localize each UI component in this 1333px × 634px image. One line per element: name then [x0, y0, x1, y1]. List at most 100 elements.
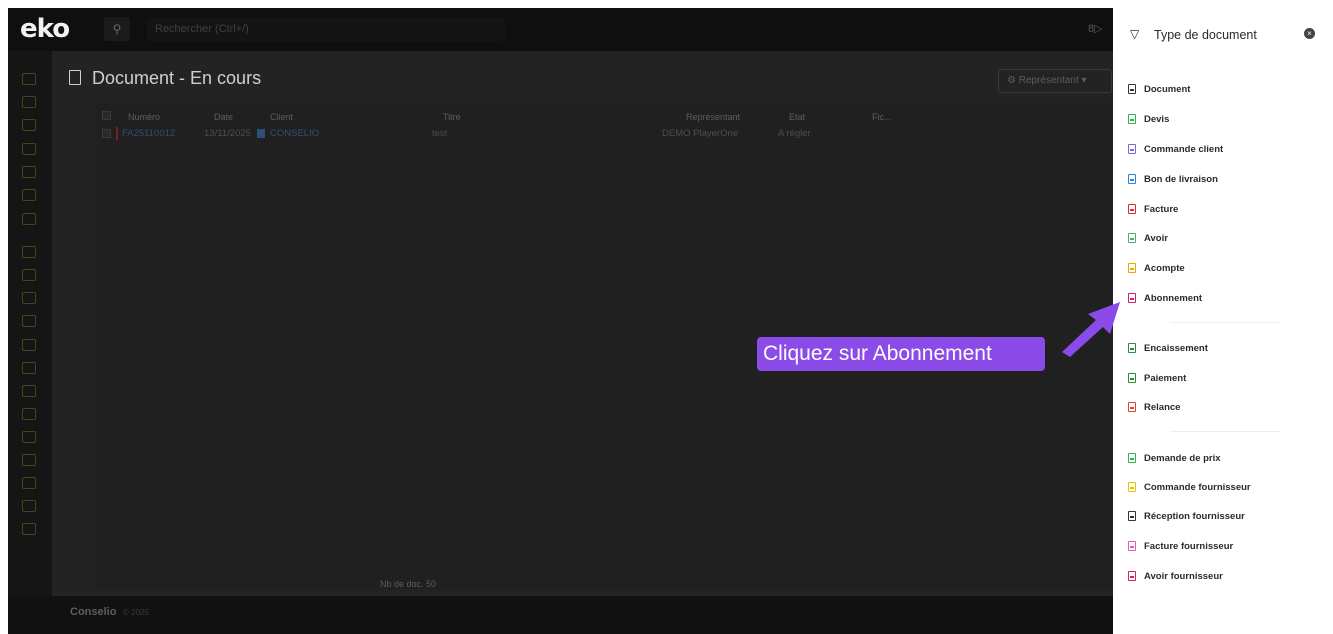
document-type-icon: [1128, 402, 1136, 412]
row-client[interactable]: CONSELIO: [270, 128, 319, 139]
document-type-icon: [1128, 174, 1136, 184]
doc-type-avoir-fournisseur[interactable]: Avoir fournisseur: [1128, 568, 1223, 584]
footer-bar: [8, 596, 1113, 634]
network-icon[interactable]: [22, 408, 36, 420]
col-client[interactable]: Client: [270, 112, 293, 122]
doc-type-label: Paiement: [1144, 372, 1187, 384]
doc-type-label: Bon de livraison: [1144, 173, 1218, 185]
doc-type-bon-de-livraison[interactable]: Bon de livraison: [1128, 171, 1218, 187]
doc-type-commande-fournisseur[interactable]: Commande fournisseur: [1128, 479, 1251, 495]
document-type-icon: [1128, 343, 1136, 353]
doc-type-paiement[interactable]: Paiement: [1128, 370, 1186, 386]
document-count: Nb de doc. 50: [380, 579, 437, 589]
row-titre: test: [432, 128, 448, 139]
doc-type-label: Document: [1144, 83, 1191, 95]
report-icon[interactable]: [22, 385, 36, 397]
doc-type-facture-fournisseur[interactable]: Facture fournisseur: [1128, 538, 1233, 554]
document-type-icon: [1128, 263, 1136, 273]
settings-icon[interactable]: [22, 477, 36, 489]
doc-type-devis[interactable]: Devis: [1128, 111, 1169, 127]
doc-type-label: Abonnement: [1144, 292, 1203, 304]
doc-type-demande-de-prix[interactable]: Demande de prix: [1128, 450, 1221, 466]
search-input[interactable]: Rechercher (Ctrl+/): [147, 17, 505, 41]
doc-type-avoir[interactable]: Avoir: [1128, 230, 1168, 246]
document-type-icon: [1128, 541, 1136, 551]
search-icon[interactable]: ⚲: [104, 17, 130, 41]
doc-type-abonnement[interactable]: Abonnement: [1128, 290, 1202, 306]
document-type-icon: [1128, 453, 1136, 463]
doc-type-label: Commande fournisseur: [1144, 481, 1251, 493]
sidebar: [8, 51, 52, 596]
document-icon[interactable]: [22, 143, 36, 155]
calendar-check-icon[interactable]: [22, 213, 36, 225]
org-icon[interactable]: [22, 315, 36, 327]
doc-type-document[interactable]: Document: [1128, 81, 1190, 97]
users-icon[interactable]: [22, 292, 36, 304]
document-type-icon: [1128, 373, 1136, 383]
box-icon[interactable]: [22, 339, 36, 351]
doc-type-label: Demande de prix: [1144, 452, 1221, 464]
doc-type-label: Commande client: [1144, 143, 1224, 155]
tutorial-arrow-icon: [1062, 302, 1120, 357]
add-icon[interactable]: [22, 96, 36, 108]
col-date[interactable]: Date: [214, 112, 233, 122]
select-all-checkbox[interactable]: [102, 111, 111, 120]
document-type-icon: [1128, 571, 1136, 581]
search-advanced-icon[interactable]: [22, 454, 36, 466]
doc-type-commande-client[interactable]: Commande client: [1128, 141, 1223, 157]
row-date: 13/11/2025: [204, 128, 251, 139]
palette-icon[interactable]: [22, 500, 36, 512]
document-type-icon: [1128, 233, 1136, 243]
page-document-icon: [69, 70, 81, 85]
col-representant[interactable]: Représentant: [686, 112, 740, 122]
document-type-icon: [1128, 114, 1136, 124]
users-icon: ⚙: [1007, 75, 1019, 86]
row-etat: A régler: [778, 128, 811, 139]
document-type-icon: [1128, 204, 1136, 214]
tasks-icon[interactable]: [22, 246, 36, 258]
close-icon[interactable]: ×: [1304, 28, 1315, 39]
col-titre[interactable]: Titre: [443, 112, 461, 122]
calculator-icon[interactable]: [22, 523, 36, 535]
calendar-icon[interactable]: [22, 189, 36, 201]
row-status-marker: [116, 127, 118, 140]
client-card-icon: [257, 129, 265, 138]
document-type-icon: [1128, 511, 1136, 521]
representative-filter-button[interactable]: ⚙ Représentant ▾: [998, 69, 1112, 93]
row-representant: DEMO PlayerOne: [662, 128, 739, 139]
doc-type-label: Facture: [1144, 203, 1179, 215]
app-logo[interactable]: eko: [20, 14, 70, 44]
panel-separator: [1170, 322, 1280, 323]
doc-type-encaissement[interactable]: Encaissement: [1128, 340, 1208, 356]
panel-toggle-icon[interactable]: 8▷: [1088, 22, 1103, 35]
doc-type-r-ception-fournisseur[interactable]: Réception fournisseur: [1128, 508, 1245, 524]
document-export-icon[interactable]: [22, 166, 36, 178]
col-etat[interactable]: Etat: [789, 112, 805, 122]
footer-year: © 2025: [123, 608, 149, 617]
list-icon[interactable]: [22, 119, 36, 131]
col-fichier[interactable]: Fic...: [872, 112, 892, 122]
doc-type-label: Facture fournisseur: [1144, 540, 1234, 552]
doc-type-label: Avoir fournisseur: [1144, 570, 1223, 582]
tutorial-callout: Cliquez sur Abonnement: [757, 337, 1045, 371]
filter-icon: ▽: [1130, 27, 1140, 41]
doc-type-label: Acompte: [1144, 262, 1185, 274]
col-numero[interactable]: Numéro: [128, 112, 160, 122]
folder-icon[interactable]: [22, 269, 36, 281]
footer-brand: Conselio: [70, 606, 117, 618]
document-type-icon: [1128, 293, 1136, 303]
doc-type-label: Avoir: [1144, 232, 1168, 244]
doc-type-label: Réception fournisseur: [1144, 510, 1245, 522]
doc-type-label: Relance: [1144, 401, 1181, 413]
row-numero[interactable]: FA25110012: [122, 128, 175, 139]
home-icon[interactable]: [22, 73, 36, 85]
stats-icon[interactable]: [22, 431, 36, 443]
row-checkbox[interactable]: [102, 129, 111, 138]
doc-type-acompte[interactable]: Acompte: [1128, 260, 1185, 276]
doc-type-relance[interactable]: Relance: [1128, 399, 1180, 415]
timer-icon[interactable]: [22, 362, 36, 374]
doc-type-label: Encaissement: [1144, 342, 1208, 354]
panel-title: Type de document: [1154, 28, 1257, 42]
document-type-icon: [1128, 144, 1136, 154]
doc-type-facture[interactable]: Facture: [1128, 201, 1178, 217]
